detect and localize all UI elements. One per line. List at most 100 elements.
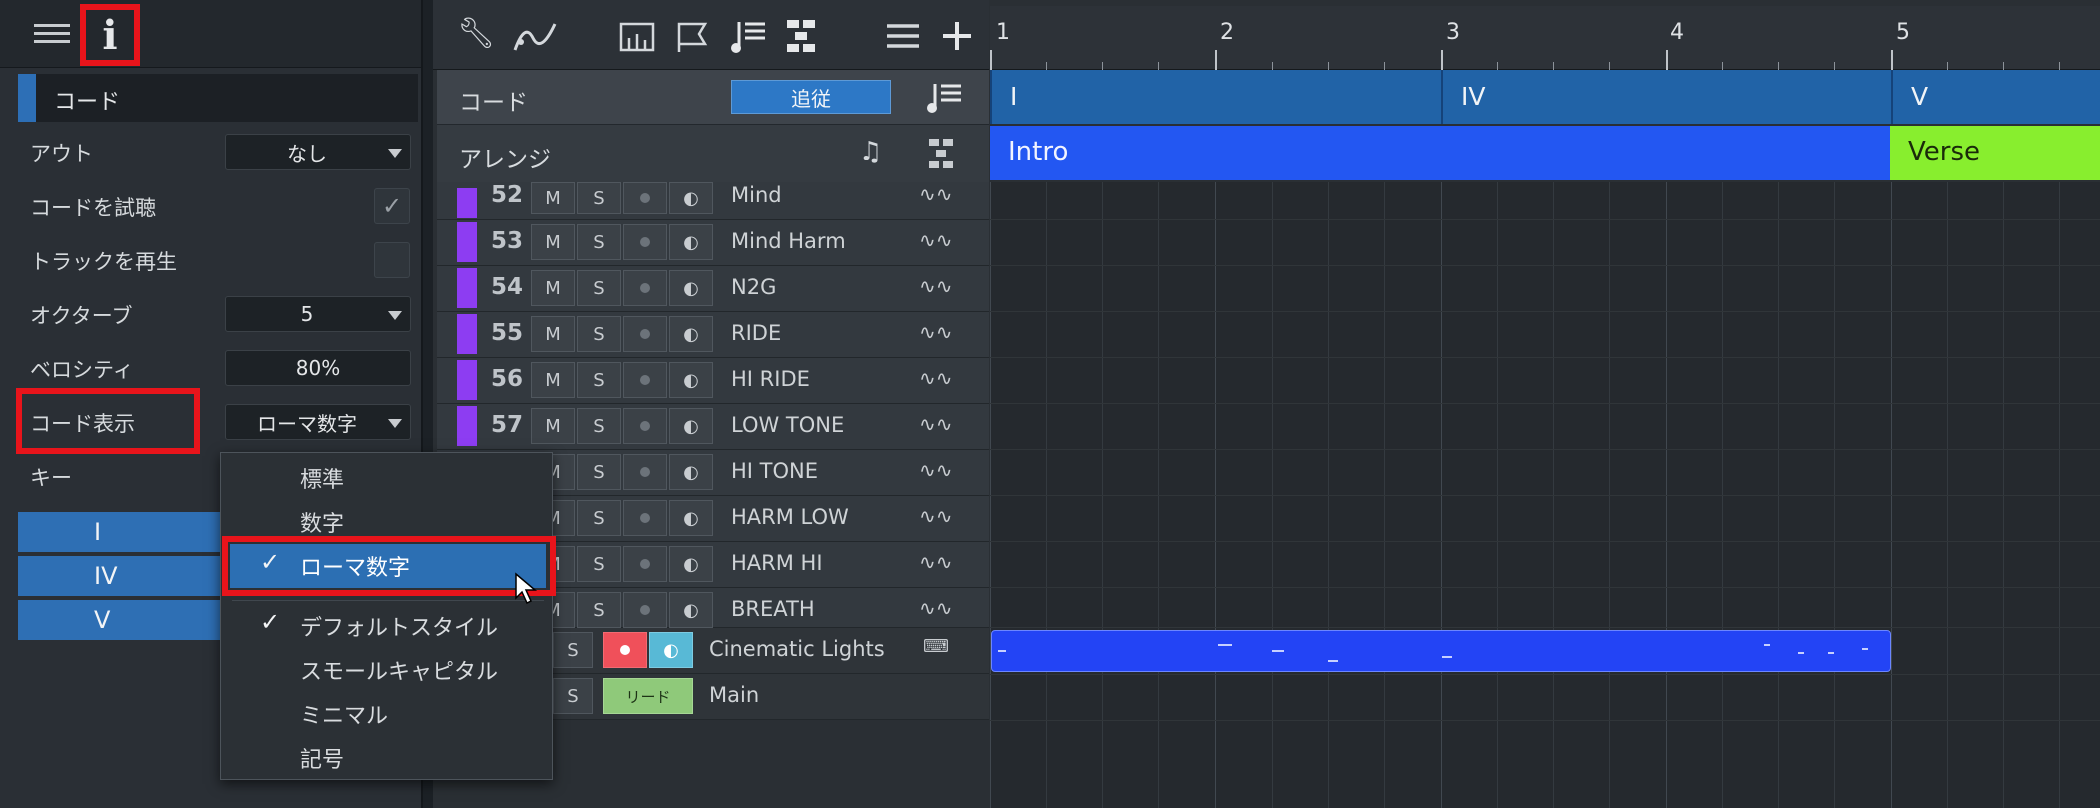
solo-button[interactable]: S bbox=[577, 182, 621, 214]
track-number: 55 bbox=[491, 320, 524, 346]
dropdown-item-small-caps[interactable]: スモールキャピタル bbox=[300, 654, 498, 686]
key-chord-item[interactable]: V bbox=[18, 600, 223, 640]
chord-event[interactable]: I bbox=[990, 70, 1441, 124]
chord-track-header[interactable]: コード bbox=[437, 70, 989, 124]
dropdown-item-default-style[interactable]: デフォルトスタイル bbox=[300, 610, 498, 642]
waveform-icon: ∿∿ bbox=[919, 320, 953, 344]
mute-button[interactable]: M bbox=[531, 224, 575, 260]
solo-button[interactable]: S bbox=[577, 270, 621, 306]
record-button[interactable] bbox=[623, 182, 667, 214]
chord-track-icon[interactable] bbox=[729, 18, 769, 54]
wrench-icon[interactable]: 🔧︎ bbox=[457, 16, 495, 51]
track-row[interactable]: 56 M S ◐ HI RIDE ∿∿ bbox=[437, 358, 989, 404]
solo-button[interactable]: S bbox=[577, 454, 621, 490]
waveform-icon: ∿∿ bbox=[919, 458, 953, 482]
record-button[interactable] bbox=[623, 546, 667, 582]
track-row[interactable]: 57 M S ◐ LOW TONE ∿∿ bbox=[437, 404, 989, 450]
mute-button[interactable]: M bbox=[531, 408, 575, 444]
monitor-button[interactable]: ◐ bbox=[669, 182, 713, 214]
list-icon[interactable] bbox=[885, 22, 921, 50]
solo-button[interactable]: S bbox=[577, 224, 621, 260]
key-chord-item[interactable]: IV bbox=[18, 556, 223, 596]
mute-button[interactable]: M bbox=[531, 182, 575, 214]
solo-button[interactable]: S bbox=[577, 316, 621, 352]
monitor-button[interactable]: ◐ bbox=[649, 632, 693, 668]
add-icon[interactable] bbox=[941, 20, 973, 52]
solo-button[interactable]: S bbox=[577, 408, 621, 444]
instrument-clip[interactable] bbox=[991, 630, 1891, 672]
arranger-track-header[interactable]: アレンジ ♫ bbox=[437, 124, 989, 182]
mute-button[interactable]: M bbox=[531, 362, 575, 398]
track-toolbar: 🔧︎ bbox=[433, 0, 989, 70]
monitor-button[interactable]: ◐ bbox=[669, 500, 713, 536]
track-row[interactable]: 53 M S ◐ Mind Harm ∿∿ bbox=[437, 220, 989, 266]
dropdown-item-minimal[interactable]: ミニマル bbox=[300, 698, 388, 730]
audition-chord-checkbox[interactable]: ✓ bbox=[374, 188, 410, 224]
solo-button[interactable]: S bbox=[553, 632, 593, 668]
timeline-ruler[interactable]: 1 2 3 4 5 bbox=[990, 6, 2100, 70]
record-button[interactable] bbox=[603, 632, 647, 668]
monitor-button[interactable]: ◐ bbox=[669, 454, 713, 490]
track-row[interactable]: 52 M S ◐ Mind ∿∿ bbox=[437, 182, 989, 220]
key-chord-label: I bbox=[94, 518, 102, 546]
monitor-button[interactable]: ◐ bbox=[669, 546, 713, 582]
highlight-box bbox=[16, 388, 200, 454]
curve-tool-icon[interactable] bbox=[511, 20, 561, 54]
record-button[interactable] bbox=[623, 362, 667, 398]
track-name: Mind Harm bbox=[731, 229, 846, 253]
arranger-icon[interactable] bbox=[927, 137, 957, 169]
monitor-button[interactable]: ◐ bbox=[669, 408, 713, 444]
chord-event[interactable]: V bbox=[1891, 70, 2100, 124]
note-icon[interactable]: ♫ bbox=[859, 137, 882, 167]
dropdown-item-standard[interactable]: 標準 bbox=[300, 462, 344, 494]
mute-button[interactable]: M bbox=[531, 270, 575, 306]
chevron-down-icon bbox=[388, 149, 402, 158]
monitor-button[interactable]: ◐ bbox=[669, 316, 713, 352]
flag-icon[interactable] bbox=[675, 20, 711, 54]
record-button[interactable] bbox=[623, 592, 667, 628]
monitor-button[interactable]: ◐ bbox=[669, 592, 713, 628]
record-button[interactable] bbox=[623, 454, 667, 490]
solo-button[interactable]: S bbox=[553, 678, 593, 714]
track-number: 52 bbox=[491, 182, 524, 208]
record-button[interactable] bbox=[623, 500, 667, 536]
arranger-section[interactable]: Intro bbox=[990, 126, 1890, 180]
chord-event[interactable]: IV bbox=[1441, 70, 1891, 124]
arranger-section[interactable]: Verse bbox=[1890, 126, 2100, 180]
arranger-icon[interactable] bbox=[785, 18, 819, 54]
key-chord-item[interactable]: I bbox=[18, 512, 223, 552]
solo-button[interactable]: S bbox=[577, 362, 621, 398]
record-button[interactable] bbox=[623, 224, 667, 260]
track-name: HARM LOW bbox=[731, 505, 849, 529]
track-row[interactable]: 54 M S ◐ N2G ∿∿ bbox=[437, 266, 989, 312]
dropdown-item-number[interactable]: 数字 bbox=[300, 506, 344, 538]
velocity-field[interactable]: 80% bbox=[225, 350, 411, 386]
bar-number: 4 bbox=[1670, 20, 1684, 45]
monitor-button[interactable]: ◐ bbox=[669, 270, 713, 306]
dropdown-item-symbol[interactable]: 記号 bbox=[300, 742, 344, 774]
monitor-button[interactable]: ◐ bbox=[669, 224, 713, 260]
lead-badge[interactable]: リード bbox=[603, 678, 693, 714]
follow-button[interactable]: 追従 bbox=[731, 80, 891, 114]
menu-icon[interactable] bbox=[30, 20, 74, 50]
chord-track-icon bbox=[927, 84, 961, 113]
octave-select[interactable]: 5 bbox=[225, 296, 411, 332]
monitor-button[interactable]: ◐ bbox=[669, 362, 713, 398]
solo-button[interactable]: S bbox=[577, 546, 621, 582]
chord-display-select[interactable]: ローマ数字 bbox=[225, 404, 411, 440]
solo-button[interactable]: S bbox=[577, 500, 621, 536]
play-track-label: トラックを再生 bbox=[30, 250, 177, 274]
play-track-checkbox[interactable] bbox=[374, 242, 410, 278]
solo-button[interactable]: S bbox=[577, 592, 621, 628]
track-name: RIDE bbox=[731, 321, 782, 345]
record-button[interactable] bbox=[623, 408, 667, 444]
out-value: なし bbox=[287, 141, 327, 166]
track-row[interactable]: 55 M S ◐ RIDE ∿∿ bbox=[437, 312, 989, 358]
out-select[interactable]: なし bbox=[225, 134, 411, 170]
record-button[interactable] bbox=[623, 270, 667, 306]
mute-button[interactable]: M bbox=[531, 316, 575, 352]
waveform-icon: ∿∿ bbox=[919, 596, 953, 620]
mixer-icon[interactable] bbox=[619, 20, 655, 52]
record-button[interactable] bbox=[623, 316, 667, 352]
info-button[interactable]: i bbox=[80, 4, 140, 66]
